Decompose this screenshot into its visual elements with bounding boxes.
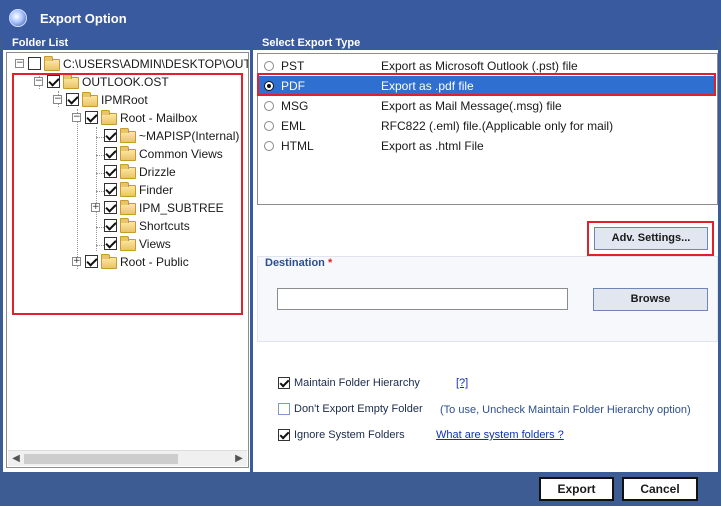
tree-checkbox[interactable] [28, 57, 41, 70]
system-folders-help-link[interactable]: What are system folders ? [436, 429, 564, 441]
destination-label: Destination * [265, 257, 332, 269]
highlight-box-tree [12, 73, 243, 315]
app-globe-icon [9, 9, 27, 27]
export-type-desc: RFC822 (.eml) file.(Applicable only for … [381, 119, 614, 133]
title-bar: Export Option [0, 0, 721, 36]
maintain-hierarchy-label: Maintain Folder Hierarchy [294, 377, 420, 389]
tree-node-label: C:\USERS\ADMIN\DESKTOP\OUTLOOK.OST [63, 57, 248, 71]
required-mark: * [327, 257, 333, 269]
ignore-system-checkbox[interactable] [278, 429, 290, 441]
select-export-type-label: Select Export Type [252, 36, 718, 50]
folder-list-label: Folder List [3, 36, 252, 50]
scrollbar-thumb[interactable] [24, 454, 178, 464]
destination-path-input[interactable] [277, 288, 568, 310]
export-type-name: EML [281, 119, 306, 133]
radio-button[interactable] [264, 121, 274, 131]
scroll-right-icon[interactable]: ▶ [232, 452, 246, 466]
export-type-eml[interactable]: EML RFC822 (.eml) file.(Applicable only … [259, 116, 716, 136]
horizontal-scrollbar[interactable]: ◀ ▶ [8, 450, 247, 466]
radio-button[interactable] [264, 101, 274, 111]
export-button[interactable]: Export [539, 477, 614, 501]
tree-node-root-path[interactable]: − C:\USERS\ADMIN\DESKTOP\OUTLOOK.OST [7, 55, 248, 73]
radio-button[interactable] [264, 141, 274, 151]
dont-export-empty-checkbox[interactable] [278, 403, 290, 415]
export-type-msg[interactable]: MSG Export as Mail Message(.msg) file [259, 96, 716, 116]
export-type-name: MSG [281, 99, 309, 113]
dont-export-empty-note: (To use, Uncheck Maintain Folder Hierarc… [440, 404, 691, 416]
dont-export-empty-label: Don't Export Empty Folder [294, 403, 423, 415]
browse-button[interactable]: Browse [593, 288, 708, 311]
maintain-hierarchy-checkbox[interactable] [278, 377, 290, 389]
export-type-desc: Export as Mail Message(.msg) file [381, 99, 562, 113]
ignore-system-label: Ignore System Folders [294, 429, 405, 441]
folder-icon [44, 56, 60, 71]
scroll-left-icon[interactable]: ◀ [9, 452, 23, 466]
window-title: Export Option [40, 11, 127, 26]
export-type-html[interactable]: HTML Export as .html File [259, 136, 716, 156]
cancel-button[interactable]: Cancel [622, 477, 698, 501]
panel-divider [250, 36, 253, 472]
hierarchy-help-link[interactable]: [?] [456, 377, 468, 389]
radio-button[interactable] [264, 61, 274, 71]
export-type-desc: Export as .html File [381, 139, 484, 153]
highlight-box-pdf [257, 73, 716, 96]
highlight-box-adv-settings [587, 221, 714, 256]
destination-label-text: Destination [265, 257, 325, 269]
export-type-name: HTML [281, 139, 314, 153]
collapse-icon[interactable]: − [15, 59, 24, 68]
